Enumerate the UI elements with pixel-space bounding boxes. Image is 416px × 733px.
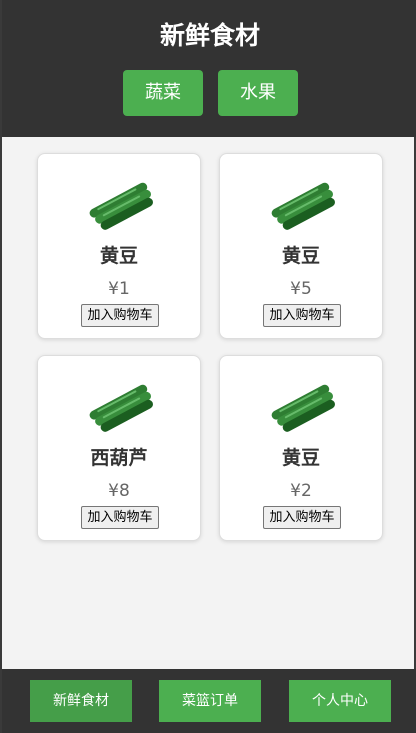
product-name: 黄豆 [281, 245, 320, 267]
header: 新鲜食材 蔬菜 水果 [2, 0, 416, 137]
page-title: 新鲜食材 [159, 21, 260, 50]
product-card: 黄豆 ¥2 加入购物车 [219, 355, 383, 541]
app-frame: 新鲜食材 蔬菜 水果 黄豆 ¥1 加入购物车 黄豆 ¥5 加入购物车 西葫芦 ¥… [0, 0, 416, 733]
nav-basket-orders[interactable]: 菜篮订单 [159, 680, 261, 722]
category-vegetables-button[interactable]: 蔬菜 [123, 70, 203, 116]
product-name: 西葫芦 [90, 447, 148, 469]
add-to-cart-button[interactable]: 加入购物车 [81, 304, 159, 327]
product-name: 黄豆 [99, 245, 138, 267]
product-price: ¥1 [108, 279, 130, 299]
nav-personal-center[interactable]: 个人中心 [289, 680, 391, 722]
cucumber-image [271, 182, 335, 230]
bottom-nav: 新鲜食材 菜篮订单 个人中心 [2, 669, 416, 733]
product-name: 黄豆 [281, 447, 320, 469]
add-to-cart-button[interactable]: 加入购物车 [263, 304, 341, 327]
add-to-cart-button[interactable]: 加入购物车 [81, 506, 159, 529]
nav-fresh-ingredients[interactable]: 新鲜食材 [30, 680, 132, 722]
product-price: ¥5 [290, 279, 312, 299]
product-card: 黄豆 ¥1 加入购物车 [37, 153, 201, 339]
cucumber-image [89, 182, 153, 230]
cucumber-image [89, 384, 153, 432]
product-card: 黄豆 ¥5 加入购物车 [219, 153, 383, 339]
product-price: ¥2 [290, 481, 312, 501]
product-card: 西葫芦 ¥8 加入购物车 [37, 355, 201, 541]
category-fruits-button[interactable]: 水果 [218, 70, 298, 116]
add-to-cart-button[interactable]: 加入购物车 [263, 506, 341, 529]
cucumber-image [271, 384, 335, 432]
product-price: ¥8 [108, 481, 130, 501]
